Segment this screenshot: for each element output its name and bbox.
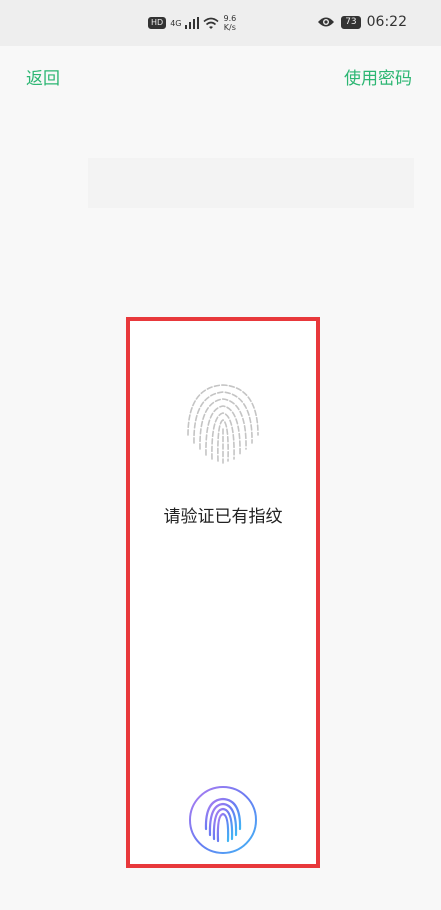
back-button[interactable]: 返回 xyxy=(26,64,60,89)
use-password-button[interactable]: 使用密码 xyxy=(344,64,412,89)
verify-prompt: 请验证已有指纹 xyxy=(163,507,283,527)
fingerprint-scan-button[interactable] xyxy=(188,785,258,855)
fingerprint-icon xyxy=(187,384,259,464)
eye-icon xyxy=(318,17,335,27)
speed-unit: K/s xyxy=(223,23,236,32)
speed-value: 9.6 xyxy=(223,14,237,23)
status-left: HD 4G 9.6 K/s xyxy=(148,14,236,32)
battery-indicator: 73 xyxy=(341,15,361,29)
signal-icon xyxy=(185,17,200,29)
signal-label: 4G xyxy=(170,18,182,28)
hd-badge: HD xyxy=(148,17,167,29)
network-speed: 9.6 K/s xyxy=(223,14,236,32)
status-right: 73 06:22 xyxy=(317,14,407,30)
background-placeholder xyxy=(88,158,414,208)
clock: 06:22 xyxy=(366,14,407,30)
nav-bar: 返回 使用密码 xyxy=(0,46,441,104)
fingerprint-dialog: 请验证已有指纹 xyxy=(126,317,320,868)
wifi-icon xyxy=(203,17,220,29)
status-bar: HD 4G 9.6 K/s 73 06:22 xyxy=(0,0,441,46)
